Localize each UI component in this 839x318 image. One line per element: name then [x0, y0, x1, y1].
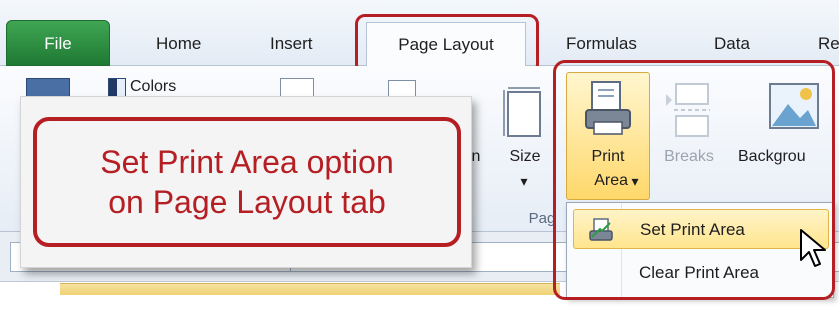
cursor-arrow-icon — [799, 228, 829, 272]
annotation-callout: Set Print Area option on Page Layout tab — [20, 96, 472, 268]
tab-formulas[interactable]: Formulas — [566, 24, 637, 64]
callout-line-2: on Page Layout tab — [108, 184, 386, 220]
tab-insert[interactable]: Insert — [270, 24, 313, 64]
size-icon[interactable] — [500, 86, 548, 138]
excel-window: File Home Insert Page Layout Formulas Da… — [0, 0, 839, 318]
tab-review[interactable]: Re — [818, 24, 839, 64]
colors-icon[interactable] — [108, 78, 126, 98]
annotation-callout-border: Set Print Area option on Page Layout tab — [33, 117, 461, 247]
callout-line-1: Set Print Area option — [100, 144, 394, 180]
margins-icon[interactable] — [280, 78, 314, 98]
themes-icon[interactable] — [26, 78, 70, 98]
page-layout-tab-highlight — [355, 14, 539, 74]
column-header-selected[interactable] — [60, 283, 560, 295]
size-label[interactable]: Size — [498, 146, 552, 168]
colors-button[interactable]: Colors — [130, 76, 230, 98]
tab-file[interactable]: File — [6, 20, 110, 66]
size-dropdown-arrow[interactable]: ▾ — [512, 170, 536, 192]
tab-data[interactable]: Data — [714, 24, 750, 64]
tab-home[interactable]: Home — [156, 24, 201, 64]
print-area-highlight — [553, 60, 835, 300]
